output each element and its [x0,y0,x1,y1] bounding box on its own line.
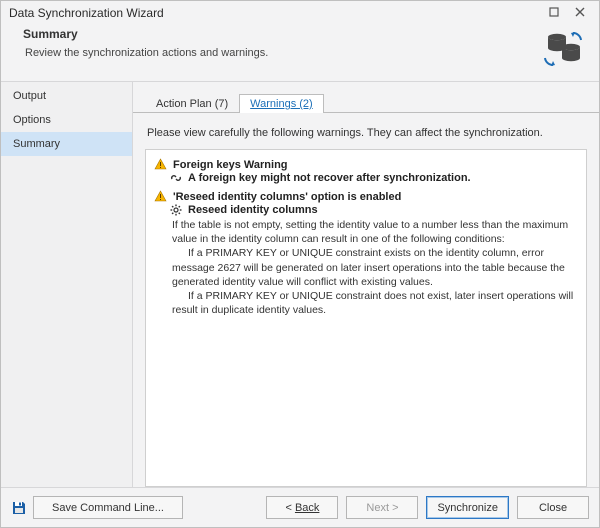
sidebar-item-summary[interactable]: Summary [1,132,132,156]
page-title: Summary [23,27,541,41]
save-icon [11,500,27,516]
save-command-line-button[interactable]: Save Command Line... [33,496,183,519]
tab-action-plan[interactable]: Action Plan (7) [145,94,239,113]
warning-desc-line: If a PRIMARY KEY or UNIQUE constraint do… [172,289,574,317]
next-button: Next > [346,496,418,519]
maximize-icon [549,7,559,17]
maximize-button[interactable] [541,6,567,20]
back-button-label: Back [295,502,319,514]
warnings-list: Foreign keys Warning A foreign key might… [145,149,587,487]
close-button[interactable]: Close [517,496,589,519]
link-icon [170,172,182,184]
back-button[interactable]: < Back [266,496,338,519]
wizard-window: Data Synchronization Wizard Summary Revi… [0,0,600,528]
sidebar-item-options[interactable]: Options [1,108,132,132]
close-icon [575,7,585,17]
warning-description: If the table is not empty, setting the i… [172,218,574,317]
save-group: Save Command Line... [11,496,183,519]
tab-warnings[interactable]: Warnings (2) [239,94,324,113]
page-subtitle: Review the synchronization actions and w… [23,47,541,59]
warning-row: Foreign keys Warning [154,158,578,171]
warning-desc-line: If a PRIMARY KEY or UNIQUE constraint ex… [172,246,574,289]
warning-subtitle: Reseed identity columns [188,204,318,216]
warning-icon [154,190,167,203]
close-button[interactable] [567,6,593,20]
warning-subtitle: A foreign key might not recover after sy… [188,172,471,184]
titlebar: Data Synchronization Wizard [1,1,599,25]
window-title: Data Synchronization Wizard [9,6,541,20]
tab-bar: Action Plan (7) Warnings (2) [145,90,599,112]
warning-title: Foreign keys Warning [173,159,288,171]
warning-sub-row: Reseed identity columns [170,204,578,216]
warning-sub-row: A foreign key might not recover after sy… [170,172,578,184]
wizard-footer: Save Command Line... < Back Next > Synch… [1,487,599,527]
synchronize-button[interactable]: Synchronize [426,496,509,519]
next-button-label: Next > [366,502,398,514]
warnings-intro: Please view carefully the following warn… [147,127,585,139]
gear-icon [170,204,182,216]
main-pane: Action Plan (7) Warnings (2) Please view… [133,82,599,487]
warning-icon [154,158,167,171]
sidebar-item-output[interactable]: Output [1,84,132,108]
warning-title: 'Reseed identity columns' option is enab… [173,191,401,203]
warning-desc-line: If the table is not empty, setting the i… [172,219,568,245]
warning-row: 'Reseed identity columns' option is enab… [154,190,578,203]
tab-content: Please view carefully the following warn… [133,112,599,487]
wizard-header: Summary Review the synchronization actio… [1,25,599,82]
sync-databases-icon [541,27,585,71]
wizard-body: Output Options Summary Action Plan (7) W… [1,82,599,487]
sidebar: Output Options Summary [1,82,133,487]
header-text: Summary Review the synchronization actio… [23,27,541,59]
